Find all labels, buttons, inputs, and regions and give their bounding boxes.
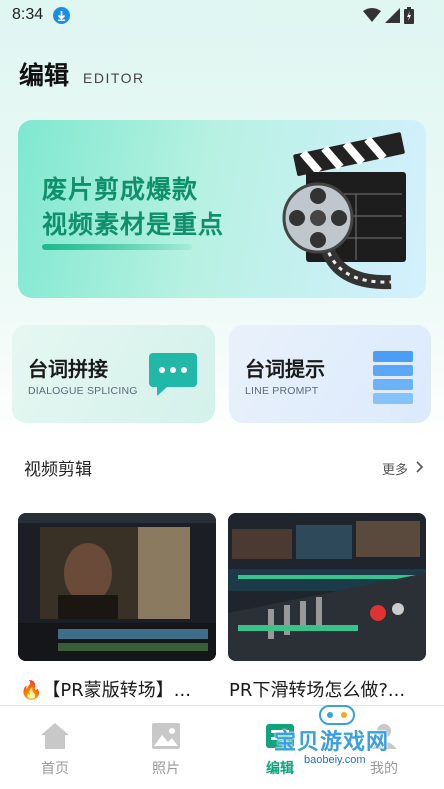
chevron-right-icon bbox=[416, 460, 424, 477]
dialogue-splicing-subtitle: DIALOGUE SPLICING bbox=[28, 385, 138, 397]
promo-banner[interactable]: 废片剪成爆款 视频素材是重点 bbox=[18, 120, 426, 298]
wifi-icon bbox=[363, 8, 381, 27]
line-prompt-subtitle: LINE PROMPT bbox=[245, 385, 319, 397]
nav-photo[interactable]: 照片 bbox=[126, 722, 206, 778]
video-caption[interactable]: PR下滑转场怎么做?... bbox=[229, 676, 429, 702]
battery-icon bbox=[404, 7, 414, 28]
video-caption[interactable]: 🔥【PR蒙版转场】... bbox=[20, 676, 220, 702]
dialogue-splicing-card[interactable]: 台词拼接 DIALOGUE SPLICING bbox=[12, 325, 215, 423]
bottom-nav: 首页 照片 编辑 我的 bbox=[0, 705, 444, 789]
nav-edit[interactable]: 编辑 bbox=[240, 722, 320, 778]
edit-icon bbox=[265, 724, 295, 754]
film-clapper-reel-icon bbox=[266, 124, 416, 296]
download-icon bbox=[53, 7, 70, 24]
signal-icon bbox=[385, 8, 400, 27]
nav-photo-label: 照片 bbox=[152, 761, 180, 777]
video-thumbnail[interactable] bbox=[18, 513, 216, 661]
nav-mine[interactable]: 我的 bbox=[344, 722, 424, 778]
image-icon bbox=[151, 723, 181, 754]
nav-home-label: 首页 bbox=[41, 761, 69, 777]
nav-home[interactable]: 首页 bbox=[15, 722, 95, 778]
status-bar: 8:34 bbox=[0, 0, 444, 32]
nav-mine-label: 我的 bbox=[370, 761, 398, 777]
page-title: 编辑 bbox=[19, 61, 70, 90]
page-subtitle: EDITOR bbox=[83, 70, 145, 86]
home-icon bbox=[40, 723, 70, 754]
video-thumbnail[interactable] bbox=[228, 513, 426, 661]
nav-edit-label: 编辑 bbox=[266, 761, 294, 777]
stacked-lines-icon bbox=[371, 351, 415, 409]
banner-headline: 废片剪成爆款 bbox=[42, 175, 199, 204]
banner-subheadline: 视频素材是重点 bbox=[42, 210, 225, 239]
line-prompt-card[interactable]: 台词提示 LINE PROMPT bbox=[229, 325, 431, 423]
dialogue-splicing-title: 台词拼接 bbox=[28, 357, 108, 381]
user-icon bbox=[369, 724, 399, 754]
more-link-label: 更多 bbox=[381, 463, 408, 478]
section-title: 视频剪辑 bbox=[24, 460, 92, 480]
line-prompt-title: 台词提示 bbox=[245, 357, 325, 381]
banner-accent-bar bbox=[42, 244, 192, 250]
status-time: 8:34 bbox=[12, 6, 44, 23]
more-link[interactable]: 更多 bbox=[382, 459, 424, 478]
chat-bubble-icon bbox=[147, 351, 199, 401]
